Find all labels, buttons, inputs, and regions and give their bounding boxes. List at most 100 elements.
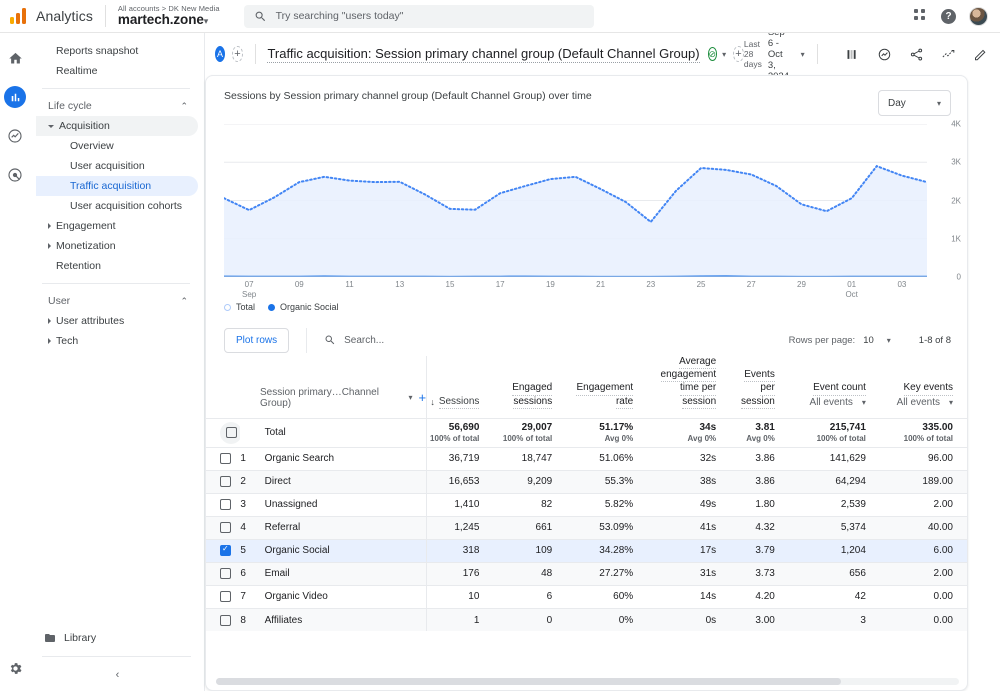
event-count-filter[interactable]: All events ▾ xyxy=(793,397,866,409)
row-dimension[interactable]: Unassigned xyxy=(260,492,428,517)
collapse-sidebar-button[interactable]: ‹ xyxy=(30,664,205,683)
add-dimension-button[interactable]: + xyxy=(419,390,427,405)
report-avatar[interactable]: A xyxy=(215,46,226,62)
x-axis-tick: 13 xyxy=(395,280,405,289)
sidebar-item-acquisition[interactable]: Acquisition xyxy=(36,116,198,136)
sidebar-item-traffic-acquisition[interactable]: Traffic acquisition xyxy=(36,176,198,196)
plot-rows-button[interactable]: Plot rows xyxy=(224,327,290,353)
date-range-picker[interactable]: Last 28 days Sep 6 - Oct 3, 2024 ▾ xyxy=(744,27,805,82)
sidebar-section-life-cycle[interactable]: Life cycle ⌃ xyxy=(36,96,198,116)
sidebar-item-overview[interactable]: Overview xyxy=(36,136,198,156)
row-select-cell[interactable] xyxy=(206,607,241,632)
dimension-header[interactable]: Session primary…Channel Group) ▾ + xyxy=(206,356,427,418)
row-select-cell[interactable] xyxy=(206,584,241,609)
chevron-down-icon[interactable]: ▾ xyxy=(409,393,413,402)
table-row[interactable]: 1 Organic Search 36,719 18,747 51.06% 32s 3.8… xyxy=(206,446,967,471)
column-header-events-per-session[interactable]: Events per session xyxy=(730,356,789,418)
legend-item-total[interactable]: Total xyxy=(224,302,255,312)
insights-trend-icon[interactable] xyxy=(941,47,956,62)
column-header-sessions[interactable]: ↓ Sessions xyxy=(426,356,494,419)
chevron-down-icon[interactable]: ▾ xyxy=(722,50,726,59)
rows-per-page-control[interactable]: Rows per page: 10 ▾ 1-8 of 8 xyxy=(789,335,951,346)
granularity-select[interactable]: Day ▾ xyxy=(878,90,951,116)
sidebar-item-reports-snapshot[interactable]: Reports snapshot xyxy=(36,41,198,61)
row-checkbox[interactable] xyxy=(220,568,231,580)
row-select-cell[interactable] xyxy=(206,515,241,540)
sidebar-item-library[interactable]: Library xyxy=(30,627,205,649)
add-collaborator-button[interactable]: + xyxy=(232,46,243,62)
sidebar-item-label: Monetization xyxy=(56,240,116,252)
gear-icon[interactable] xyxy=(4,657,26,679)
row-checkbox[interactable] xyxy=(220,544,231,557)
sidebar-item-user-acquisition[interactable]: User acquisition xyxy=(36,156,198,176)
row-dimension[interactable]: Direct xyxy=(260,469,428,494)
select-all-cell[interactable] xyxy=(206,417,242,448)
table-row[interactable]: 5 Organic Social31810934.28%17s3.791,204… xyxy=(206,538,967,563)
row-select-cell[interactable] xyxy=(206,538,241,563)
total-metric: 51.17% Avg 0% xyxy=(566,417,648,448)
page-title[interactable]: Traffic acquisition: Session primary cha… xyxy=(267,46,700,63)
search-input[interactable]: Try searching "users today" xyxy=(243,4,594,28)
account-selector[interactable]: All accounts > DK New Media martech.zone… xyxy=(118,5,220,27)
column-header-avg-engagement-time[interactable]: Average engagement time per session xyxy=(647,356,730,418)
add-comparison-button[interactable]: + xyxy=(733,46,744,62)
folder-icon xyxy=(45,634,55,642)
row-select-cell[interactable] xyxy=(206,492,241,517)
sidebar-item-monetization[interactable]: Monetization xyxy=(36,236,198,256)
column-header-engaged-sessions[interactable]: Engaged sessions xyxy=(493,356,566,418)
sidebar-item-engagement[interactable]: Engagement xyxy=(36,216,198,236)
sidebar-item-retention[interactable]: Retention xyxy=(36,256,198,276)
column-header-event-count[interactable]: Event count All events ▾ xyxy=(789,356,880,418)
sidebar-item-user-acquisition-cohorts[interactable]: User acquisition cohorts xyxy=(36,196,198,216)
legend-item-organic-social[interactable]: Organic Social xyxy=(268,302,339,312)
table-row[interactable]: 2 Direct 16,653 9,209 55.3% 38s 3.86 64,294 189… xyxy=(206,469,967,494)
sidebar-item-tech[interactable]: Tech xyxy=(36,331,198,351)
reports-icon[interactable] xyxy=(4,86,26,108)
help-icon[interactable]: ? xyxy=(941,8,956,24)
table-row[interactable]: 3 Unassigned 1,410 82 5.82% 49s 1.80 2,539 2.00 xyxy=(206,492,967,517)
sidebar-item-realtime[interactable]: Realtime xyxy=(36,61,198,81)
share-icon[interactable] xyxy=(909,47,924,62)
row-dimension[interactable]: Affiliates xyxy=(260,607,428,632)
key-events-filter[interactable]: All events ▾ xyxy=(884,397,953,409)
row-metric: 49s xyxy=(647,492,731,517)
column-header-engagement-rate[interactable]: Engagement rate xyxy=(566,356,647,418)
table-row[interactable]: 7 Organic Video 10 6 60% 14s 4.20 42 0.00 xyxy=(206,584,967,609)
scrollbar-thumb[interactable] xyxy=(216,678,841,685)
row-dimension[interactable]: Organic Video xyxy=(260,584,428,609)
row-checkbox[interactable] xyxy=(220,614,231,626)
row-checkbox[interactable] xyxy=(220,499,231,511)
sessions-over-time-chart[interactable]: 0 1K 2K 3K 4K xyxy=(223,120,961,282)
row-metric: 64,294 xyxy=(788,469,880,494)
apps-grid-icon[interactable] xyxy=(914,9,928,23)
row-dimension[interactable]: Organic Search xyxy=(260,446,428,471)
compare-icon[interactable] xyxy=(845,47,860,62)
granularity-value: Day xyxy=(888,97,906,109)
table-row[interactable]: 8 Affiliates 1 0 0% 0s 3.00 3 0.00 xyxy=(206,607,967,632)
row-select-cell[interactable] xyxy=(206,469,241,494)
sidebar-item-user-attributes[interactable]: User attributes xyxy=(36,311,198,331)
table-row[interactable]: 4 Referral 1,245 661 53.09% 41s 4.32 5,374 40.0… xyxy=(206,515,967,540)
row-checkbox[interactable] xyxy=(220,453,231,465)
row-checkbox[interactable] xyxy=(220,476,231,488)
table-search[interactable]: Search... xyxy=(306,327,384,353)
row-select-cell[interactable] xyxy=(206,561,241,586)
horizontal-scrollbar[interactable] xyxy=(216,678,959,685)
home-icon[interactable] xyxy=(4,47,26,69)
row-select-cell[interactable] xyxy=(206,446,241,471)
advertising-icon[interactable] xyxy=(4,164,26,186)
row-dimension[interactable]: Email xyxy=(260,561,428,586)
select-all-checkbox[interactable] xyxy=(225,427,237,439)
table-row[interactable]: 6 Email 176 48 27.27% 31s 3.73 656 2.00 xyxy=(206,561,967,586)
insights-icon[interactable] xyxy=(877,47,892,62)
row-checkbox[interactable] xyxy=(220,591,231,603)
avatar[interactable] xyxy=(969,6,988,26)
data-status-icon[interactable]: ⊘ xyxy=(707,47,718,61)
row-dimension[interactable]: Referral xyxy=(260,515,428,540)
explore-icon[interactable] xyxy=(4,125,26,147)
row-checkbox[interactable] xyxy=(220,522,231,534)
edit-icon[interactable] xyxy=(973,47,988,62)
column-header-key-events[interactable]: Key events All events ▾ xyxy=(880,356,967,418)
sidebar-section-user[interactable]: User ⌃ xyxy=(36,291,198,311)
row-dimension[interactable]: Organic Social xyxy=(260,538,428,563)
